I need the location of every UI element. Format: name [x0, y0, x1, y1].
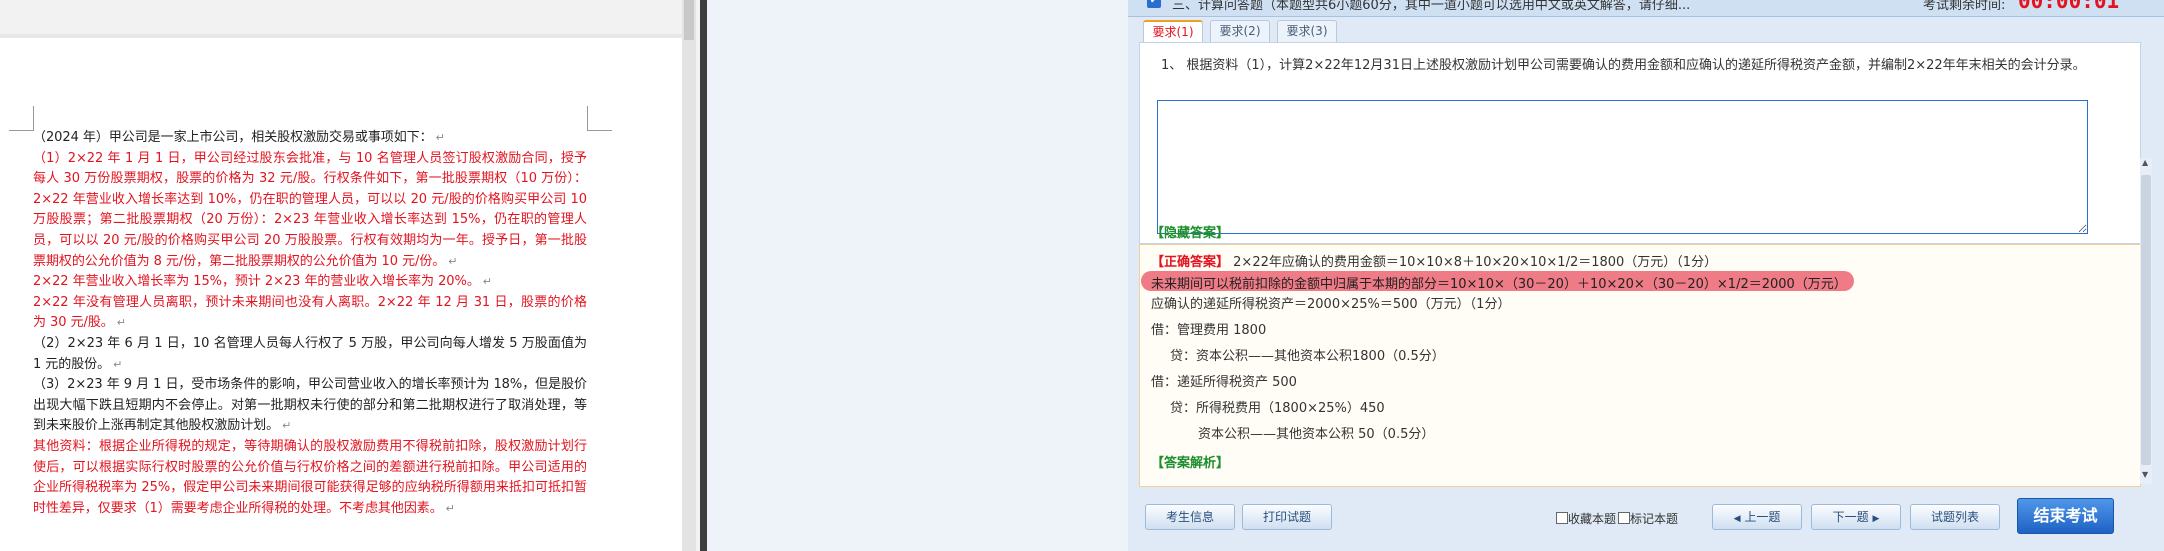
paragraph-mark: ↵ — [282, 419, 292, 433]
tab-requirement-1[interactable]: 要求(1) — [1143, 20, 1203, 42]
paragraph-mark: ↵ — [445, 501, 455, 515]
doc-paragraph: （3）2×23 年 9 月 1 日，受市场条件的影响，甲公司营业收入的增长率预计… — [33, 377, 587, 434]
document-text: （2024 年）甲公司是一家上市公司，相关股权激励交易或事项如下： ↵ （1）2×… — [33, 128, 587, 519]
end-exam-button[interactable]: 结束考试 — [2017, 498, 2114, 534]
document-scrollbar[interactable] — [682, 0, 696, 551]
answer-line: 贷：所得税费用（1800×25%）450 — [1170, 401, 1385, 416]
answer-line: 资本公积——其他资本公积 50（0.5分） — [1198, 427, 1435, 442]
scroll-up-icon[interactable]: ▲ — [2142, 158, 2148, 167]
doc-paragraph: 2×22 年没有管理人员离职，预计未来期间也没有人离职。2×22 年 12 月 … — [33, 294, 587, 331]
print-question-button[interactable]: 打印试题 — [1242, 504, 1332, 530]
doc-paragraph: （1）2×22 年 1 月 1 日，甲公司经过股东会批准，与 10 名管理人员签… — [33, 150, 587, 269]
answer-line: 贷：资本公积——其他资本公积1800（0.5分） — [1170, 349, 1445, 364]
desktop-background — [707, 0, 1128, 551]
page-top-strip — [0, 34, 682, 38]
paragraph-mark: ↵ — [482, 275, 492, 289]
exam-header: ✔ 三、计算问答题（本题型共6小题60分，其中一道小题可以选用中文或英文解答，请… — [1128, 0, 2164, 17]
timer-value: 00:00:01 — [2018, 0, 2120, 13]
correct-answer-label: 【正确答案】 — [1151, 255, 1230, 270]
answer-panel: 【隐藏答案】 【正确答案】 2×22年应确认的费用金额＝10×10×8＋10×2… — [1139, 226, 2141, 487]
next-question-button[interactable]: 下一题 ▶ — [1811, 504, 1901, 530]
answer-textarea[interactable] — [1157, 100, 2088, 234]
tab-requirement-3[interactable]: 要求(3) — [1277, 20, 1337, 42]
answer-line-highlighted: 未来期间可以税前扣除的金额中归属于本期的部分＝10×10×（30－20）＋10×… — [1151, 277, 1847, 292]
paragraph-mark: ↵ — [448, 254, 458, 268]
answer-line: 应确认的递延所得税资产＝2000×25%＝500（万元）（1分） — [1151, 297, 1511, 312]
doc-paragraph: 2×22 年营业收入增长率为 15%，预计 2×23 年的营业收入增长率为 20… — [33, 274, 492, 290]
exam-window: ✔ 三、计算问答题（本题型共6小题60分，其中一道小题可以选用中文或英文解答，请… — [1128, 0, 2164, 551]
scroll-thumb[interactable] — [2141, 175, 2151, 465]
check-icon: ✔ — [1147, 0, 1161, 8]
section-title: 三、计算问答题（本题型共6小题60分，其中一道小题可以选用中文或英文解答，请仔细… — [1172, 0, 1691, 13]
tab-requirement-2[interactable]: 要求(2) — [1210, 20, 1270, 42]
crop-mark-right — [587, 106, 612, 131]
crop-mark-left — [9, 106, 34, 131]
doc-paragraph: （2）2×23 年 6 月 1 日，10 名管理人员每人行权了 5 万股，甲公司… — [33, 335, 587, 372]
pane-divider — [700, 0, 707, 551]
document-scroll-thumb[interactable] — [684, 0, 694, 40]
paragraph-mark: ↵ — [116, 316, 126, 330]
exam-footer: 考生信息 打印试题 收藏本题 标记本题 ◀ 上一题 下一题 ▶ 试题列表 结束考… — [1128, 494, 2164, 551]
favorite-checkbox[interactable] — [1556, 512, 1568, 524]
document-pane: （2024 年）甲公司是一家上市公司，相关股权激励交易或事项如下： ↵ （1）2×… — [0, 0, 705, 551]
doc-paragraph: 其他资料：根据企业所得税的规定，等待期确认的股权激励费用不得税前扣除，股权激励计… — [33, 438, 587, 516]
paragraph-mark: ↵ — [113, 357, 123, 371]
arrow-left-icon: ◀ — [1733, 514, 1741, 524]
answer-line: 【正确答案】 2×22年应确认的费用金额＝10×10×8＋10×20×10×1/… — [1151, 255, 1718, 270]
answer-line: 借：管理费用 1800 — [1151, 323, 1267, 338]
mark-label: 标记本题 — [1630, 512, 1679, 526]
prev-question-button[interactable]: ◀ 上一题 — [1712, 504, 1802, 530]
paragraph-mark: ↵ — [435, 131, 445, 144]
question-text: 1、 根据资料（1），计算2×22年12月31日上述股权激励计划甲公司需要确认的… — [1161, 58, 2086, 73]
favorite-label: 收藏本题 — [1568, 512, 1617, 526]
doc-paragraph: （2024 年）甲公司是一家上市公司，相关股权激励交易或事项如下： ↵ — [33, 130, 445, 145]
mark-checkbox[interactable] — [1618, 512, 1630, 524]
hide-answer-link[interactable]: 【隐藏答案】 — [1151, 222, 1229, 241]
analysis-label[interactable]: 【答案解析】 — [1151, 452, 1229, 471]
candidate-info-button[interactable]: 考生信息 — [1145, 504, 1235, 530]
arrow-right-icon: ▶ — [1872, 514, 1880, 524]
question-list-button[interactable]: 试题列表 — [1910, 504, 2000, 530]
answer-line: 借：递延所得税资产 500 — [1151, 375, 1297, 390]
scroll-down-icon[interactable]: ▼ — [2142, 470, 2148, 479]
timer-label: 考试剩余时间: — [1923, 0, 2006, 13]
